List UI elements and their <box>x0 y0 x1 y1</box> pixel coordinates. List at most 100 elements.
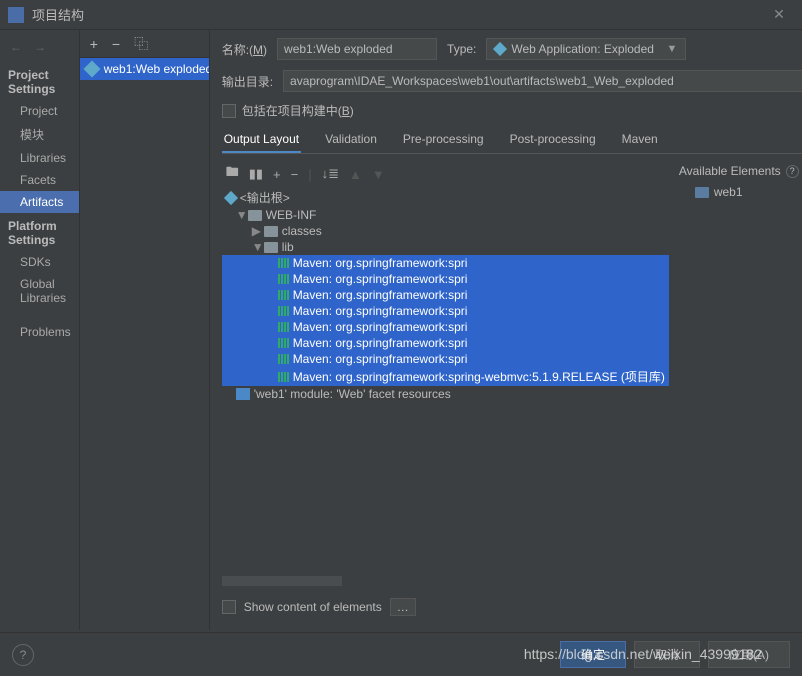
root-icon <box>224 190 238 204</box>
main-layout: ← → Project Settings Project 模块 Librarie… <box>0 30 802 630</box>
show-content-row: Show content of elements … <box>222 592 669 622</box>
properties-icon[interactable]: ▮▮ <box>249 166 263 182</box>
sidebar: ← → Project Settings Project 模块 Librarie… <box>0 30 80 630</box>
remove-icon[interactable]: − <box>112 36 120 52</box>
sidebar-item-project[interactable]: Project <box>0 100 79 122</box>
tree-lib-item[interactable]: Maven: org.springframework:spri <box>222 255 669 271</box>
app-icon <box>8 7 24 23</box>
titlebar: 项目结构 ✕ <box>0 0 802 30</box>
move-down-icon[interactable]: ▼ <box>372 167 385 182</box>
expand-icon[interactable]: ▶ <box>252 224 260 238</box>
sidebar-heading-project: Project Settings <box>0 62 79 100</box>
library-icon <box>278 258 289 268</box>
remove-item-icon[interactable]: − <box>291 167 299 182</box>
outdir-label: 输出目录: <box>222 73 273 90</box>
horizontal-scrollbar[interactable] <box>222 576 342 586</box>
add-icon[interactable]: + <box>90 36 98 52</box>
type-icon <box>493 42 507 56</box>
dialog-buttons: 确定 取消 应用(A) <box>560 641 790 668</box>
resources-icon <box>236 388 250 400</box>
tree-lib-item[interactable]: Maven: org.springframework:spri <box>222 351 669 367</box>
tree-toolbar: 🖿 ▮▮ + − | ↓≣ ▲ ▼ <box>222 160 669 188</box>
artifact-icon <box>83 61 100 78</box>
include-checkbox[interactable] <box>222 104 236 118</box>
tree-lib-item[interactable]: Maven: org.springframework:spri <box>222 271 669 287</box>
show-content-more-button[interactable]: … <box>390 598 416 616</box>
window-title: 项目结构 <box>32 5 764 24</box>
tab-preprocessing[interactable]: Pre-processing <box>401 127 486 153</box>
tree-classes[interactable]: ▶classes <box>222 223 669 239</box>
bottom-bar: ? 确定 取消 应用(A) <box>0 632 802 676</box>
move-up-icon[interactable]: ▲ <box>349 167 362 182</box>
type-label: Type: <box>447 42 476 56</box>
folder-icon <box>264 242 278 253</box>
tabs: Output Layout Validation Pre-processing … <box>222 127 802 154</box>
artifacts-toolbar: + − ⿻ <box>80 30 209 58</box>
tree-webinf[interactable]: ▼WEB-INF <box>222 207 669 223</box>
library-icon <box>278 290 289 300</box>
help-icon[interactable]: ? <box>786 165 799 178</box>
type-select[interactable]: Web Application: Exploded ▼ <box>486 38 686 60</box>
back-icon[interactable]: ← <box>10 40 22 54</box>
tree-lib[interactable]: ▼lib <box>222 239 669 255</box>
output-layout-area: 🖿 ▮▮ + − | ↓≣ ▲ ▼ <输出根> ▼WEB-INF ▶classe… <box>222 160 802 622</box>
sidebar-item-global-libraries[interactable]: Global Libraries <box>0 273 79 309</box>
forward-icon[interactable]: → <box>34 40 46 54</box>
name-label: 名称:(M) <box>222 41 267 58</box>
sidebar-item-problems[interactable]: Problems <box>0 321 79 343</box>
type-value: Web Application: Exploded <box>511 42 660 56</box>
library-icon <box>278 274 289 284</box>
content-panel: 名称:(M) Type: Web Application: Exploded ▼… <box>210 30 802 630</box>
library-icon <box>278 322 289 332</box>
name-row: 名称:(M) Type: Web Application: Exploded ▼ <box>222 38 802 60</box>
close-icon[interactable]: ✕ <box>764 6 794 23</box>
tree-root[interactable]: <输出根> <box>222 188 669 207</box>
sort-icon[interactable]: ↓≣ <box>322 166 339 182</box>
artifact-item[interactable]: web1:Web exploded <box>80 58 209 80</box>
sidebar-item-facets[interactable]: Facets <box>0 169 79 191</box>
new-folder-icon[interactable]: 🖿 <box>226 163 239 185</box>
available-item[interactable]: web1 <box>679 182 802 202</box>
copy-icon[interactable]: ⿻ <box>134 34 148 54</box>
tree-lib-item[interactable]: Maven: org.springframework:spri <box>222 319 669 335</box>
help-button[interactable]: ? <box>12 644 34 666</box>
output-tree[interactable]: <输出根> ▼WEB-INF ▶classes ▼lib Maven: org.… <box>222 188 669 572</box>
available-panel: Available Elements? web1 <box>669 160 802 622</box>
library-icon <box>278 354 289 364</box>
artifacts-list: + − ⿻ web1:Web exploded <box>80 30 210 630</box>
add-item-icon[interactable]: + <box>273 167 281 182</box>
tab-postprocessing[interactable]: Post-processing <box>508 127 598 153</box>
tree-resources[interactable]: 'web1' module: 'Web' facet resources <box>222 386 669 402</box>
sidebar-item-artifacts[interactable]: Artifacts <box>0 191 79 213</box>
apply-button[interactable]: 应用(A) <box>708 641 790 668</box>
tab-maven[interactable]: Maven <box>620 127 660 153</box>
tree-lib-item[interactable]: Maven: org.springframework:spring-webmvc… <box>222 367 669 386</box>
tree-lib-item[interactable]: Maven: org.springframework:spri <box>222 303 669 319</box>
tree-lib-item[interactable]: Maven: org.springframework:spri <box>222 335 669 351</box>
chevron-down-icon: ▼ <box>667 43 678 55</box>
tab-output-layout[interactable]: Output Layout <box>222 127 301 153</box>
expand-icon[interactable]: ▼ <box>252 240 260 254</box>
sidebar-item-libraries[interactable]: Libraries <box>0 147 79 169</box>
name-input[interactable] <box>277 38 437 60</box>
library-icon <box>278 338 289 348</box>
show-content-checkbox[interactable] <box>222 600 236 614</box>
tree-lib-item[interactable]: Maven: org.springframework:spri <box>222 287 669 303</box>
folder-icon <box>248 210 262 221</box>
nav-arrows: ← → <box>0 36 79 62</box>
module-icon <box>695 187 709 198</box>
sidebar-item-modules[interactable]: 模块 <box>0 122 79 147</box>
tab-validation[interactable]: Validation <box>323 127 379 153</box>
library-icon <box>278 372 289 382</box>
tree-panel: 🖿 ▮▮ + − | ↓≣ ▲ ▼ <输出根> ▼WEB-INF ▶classe… <box>222 160 669 622</box>
include-build-row[interactable]: 包括在项目构建中(B) <box>222 102 802 119</box>
sidebar-item-sdks[interactable]: SDKs <box>0 251 79 273</box>
show-content-label: Show content of elements <box>244 600 382 614</box>
outdir-row: 输出目录: 🗁 <box>222 70 802 92</box>
sidebar-heading-platform: Platform Settings <box>0 213 79 251</box>
expand-icon[interactable]: ▼ <box>236 208 244 222</box>
outdir-input[interactable] <box>283 70 802 92</box>
ok-button[interactable]: 确定 <box>560 641 626 668</box>
cancel-button[interactable]: 取消 <box>634 641 700 668</box>
artifact-item-label: web1:Web exploded <box>104 62 209 76</box>
